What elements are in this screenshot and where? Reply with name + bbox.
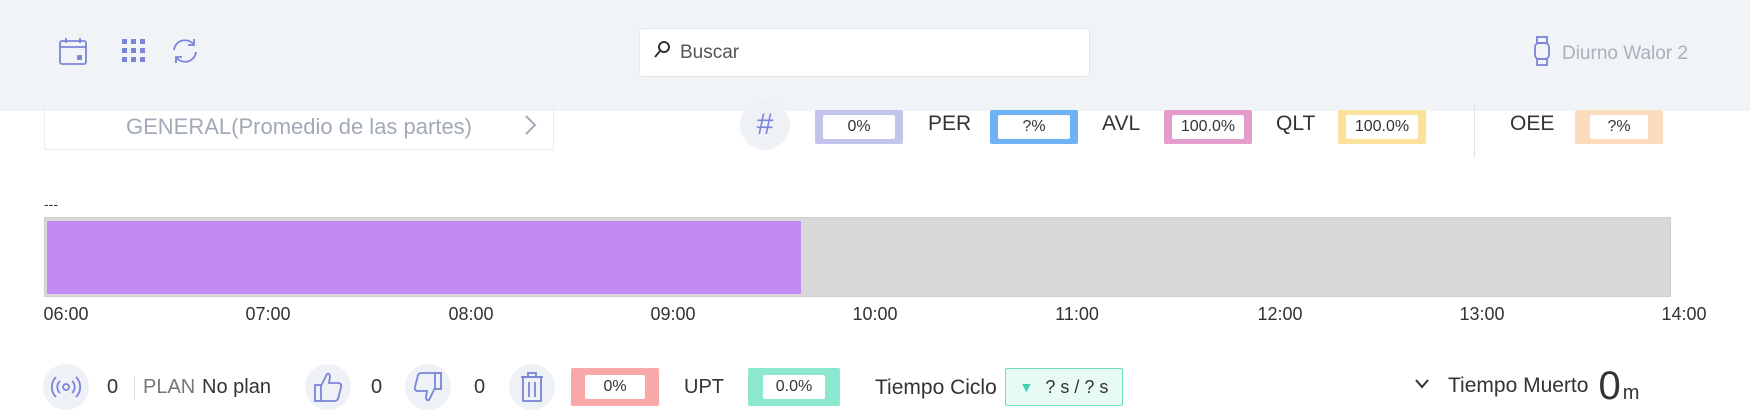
calendar-icon[interactable] bbox=[56, 34, 90, 68]
thumbs-down-icon[interactable] bbox=[405, 364, 451, 410]
dead-time-value: 0 bbox=[1598, 364, 1621, 408]
timeline-tick: 13:00 bbox=[1459, 304, 1505, 324]
dead-time-unit: m bbox=[1622, 381, 1640, 404]
avl-value: 100.0% bbox=[1172, 115, 1244, 139]
search-bar[interactable] bbox=[639, 28, 1090, 77]
timeline-tick: 14:00 bbox=[1661, 304, 1707, 324]
plan-separator bbox=[134, 376, 135, 400]
upt-box: 0.0% bbox=[748, 368, 840, 406]
user-indicator[interactable]: Diurno Walor 2 bbox=[1534, 36, 1688, 72]
signal-icon[interactable] bbox=[43, 364, 89, 410]
per-box: ?% bbox=[990, 110, 1078, 144]
watch-icon bbox=[1534, 36, 1550, 72]
qlt-value: 100.0% bbox=[1346, 115, 1418, 139]
cycle-time-box[interactable]: ▼ ? s / ? s bbox=[1005, 368, 1123, 406]
hash-metric-box: 0% bbox=[815, 110, 903, 144]
timeline-label: --- bbox=[44, 196, 58, 212]
cycle-label: Tiempo Ciclo bbox=[875, 376, 997, 399]
timeline-tick: 10:00 bbox=[852, 304, 898, 324]
timeline-bar[interactable] bbox=[44, 217, 1671, 297]
scrap-box: 0% bbox=[571, 368, 659, 406]
scrap-value: 0% bbox=[585, 375, 645, 399]
trash-icon[interactable] bbox=[509, 364, 555, 410]
plan-value: No plan bbox=[202, 376, 271, 398]
cycle-value: ? s / ? s bbox=[1045, 376, 1109, 397]
part-selector[interactable]: GENERAL(Promedio de las partes) bbox=[44, 104, 554, 150]
refresh-icon[interactable] bbox=[168, 34, 202, 68]
timeline-tick: 07:00 bbox=[245, 304, 291, 324]
good-count: 0 bbox=[371, 376, 383, 398]
upt-value: 0.0% bbox=[763, 375, 825, 399]
user-name: Diurno Walor 2 bbox=[1561, 43, 1688, 64]
thumbs-up-icon[interactable] bbox=[305, 364, 351, 410]
signal-count: 0 bbox=[107, 376, 119, 398]
per-label: PER bbox=[928, 112, 972, 135]
timeline-fill[interactable] bbox=[47, 221, 801, 294]
oee-label: OEE bbox=[1510, 112, 1555, 135]
timeline-tick: 12:00 bbox=[1257, 304, 1303, 324]
avl-box: 100.0% bbox=[1164, 110, 1252, 144]
triangle-down-icon: ▼ bbox=[1019, 379, 1034, 395]
search-icon bbox=[654, 41, 670, 64]
top-bar: Diurno Walor 2 bbox=[0, 0, 1750, 111]
dead-time-section[interactable]: Tiempo Muerto 0 m bbox=[1414, 366, 1639, 406]
timeline-tick: 08:00 bbox=[448, 304, 494, 324]
chevron-right-icon bbox=[523, 112, 539, 144]
per-value: ?% bbox=[998, 115, 1070, 139]
avl-label: AVL bbox=[1102, 112, 1141, 135]
hash-icon[interactable]: # bbox=[740, 100, 790, 150]
plan-label: PLAN bbox=[143, 376, 196, 398]
upt-label: UPT bbox=[684, 376, 724, 398]
part-selector-label: GENERAL(Promedio de las partes) bbox=[125, 113, 473, 139]
grid-apps-icon[interactable] bbox=[117, 34, 151, 68]
metrics-divider bbox=[1474, 104, 1475, 158]
oee-value: ?% bbox=[1590, 115, 1648, 139]
search-input[interactable] bbox=[680, 41, 1060, 64]
chevron-down-icon[interactable] bbox=[1414, 377, 1430, 395]
bad-count: 0 bbox=[474, 376, 486, 398]
timeline-tick: 11:00 bbox=[1055, 304, 1099, 324]
qlt-box: 100.0% bbox=[1338, 110, 1426, 144]
timeline-tick: 09:00 bbox=[650, 304, 696, 324]
qlt-label: QLT bbox=[1276, 112, 1316, 135]
oee-box: ?% bbox=[1575, 110, 1663, 144]
timeline-tick: 06:00 bbox=[43, 304, 89, 324]
dead-time-label: Tiempo Muerto bbox=[1448, 374, 1589, 397]
hash-metric-value: 0% bbox=[823, 115, 895, 139]
